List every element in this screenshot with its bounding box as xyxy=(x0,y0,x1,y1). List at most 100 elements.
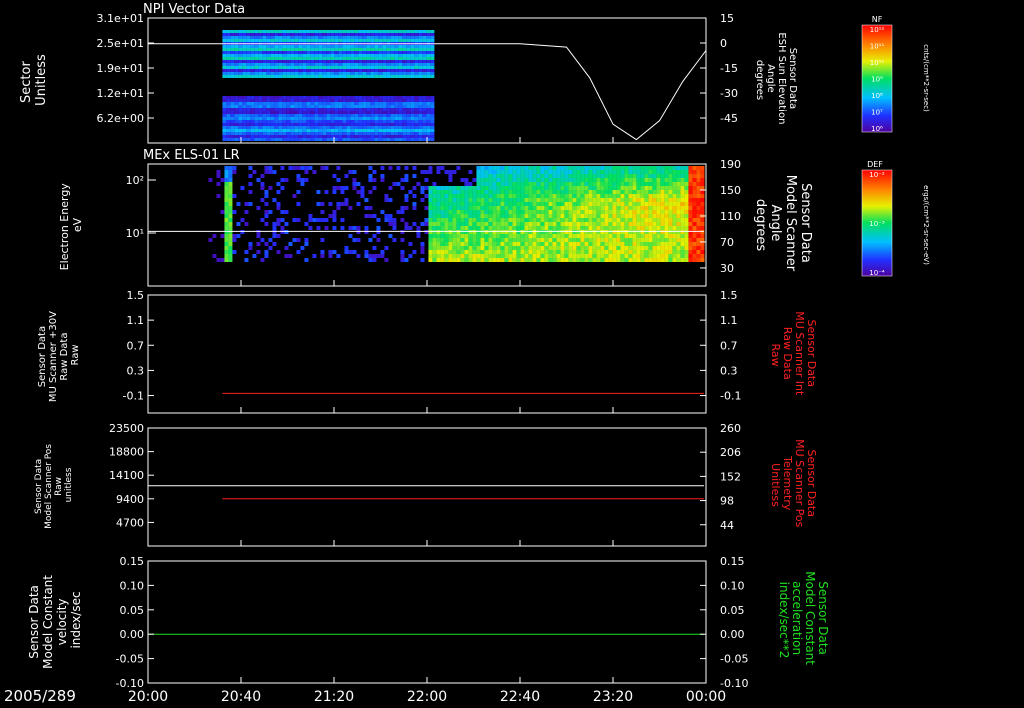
npi-cell xyxy=(262,30,267,33)
els-cell xyxy=(596,218,601,222)
npi-cell xyxy=(318,135,323,138)
npi-cell xyxy=(350,138,355,141)
els-cell xyxy=(640,198,645,202)
els-cell xyxy=(544,238,549,242)
npi-cell xyxy=(230,123,235,126)
els-cell xyxy=(288,166,293,170)
npi-cell xyxy=(250,111,255,114)
constant-left-tick-label: -0.05 xyxy=(116,653,144,666)
npi-cell xyxy=(394,57,399,60)
els-cell xyxy=(664,182,669,186)
npi-cell xyxy=(334,75,339,78)
els-cell xyxy=(464,250,469,254)
npi-cell xyxy=(358,63,363,66)
npi-cell xyxy=(382,69,387,72)
els-cell xyxy=(692,170,697,174)
els-cell xyxy=(436,226,441,230)
els-cell xyxy=(372,246,377,250)
npi-cell xyxy=(346,120,351,123)
npi-cell xyxy=(370,114,375,117)
npi-cell xyxy=(222,33,227,36)
els-cell xyxy=(640,194,645,198)
npi-cell xyxy=(406,108,411,111)
els-cell xyxy=(472,250,477,254)
els-cell xyxy=(288,242,293,246)
npi-cell xyxy=(274,48,279,51)
npi-cell xyxy=(390,108,395,111)
npi-cell xyxy=(298,117,303,120)
els-cell xyxy=(512,254,517,258)
els-cell xyxy=(588,230,593,234)
npi-cell xyxy=(334,30,339,33)
npi-right-tick-label: -45 xyxy=(720,112,738,125)
els-cell xyxy=(664,238,669,242)
npi-cell xyxy=(402,69,407,72)
npi-cell xyxy=(430,30,435,33)
scanner-position-lines xyxy=(148,485,704,500)
els-cell xyxy=(452,242,457,246)
els-cell xyxy=(612,206,617,210)
els-cell xyxy=(544,226,549,230)
els-cell xyxy=(224,254,229,258)
els-cell xyxy=(436,194,441,198)
els-cell xyxy=(580,170,585,174)
npi-cell xyxy=(294,129,299,132)
els-cell xyxy=(640,246,645,250)
els-cell xyxy=(464,202,469,206)
els-cell xyxy=(632,242,637,246)
els-cell xyxy=(620,258,625,262)
els-cell xyxy=(600,230,605,234)
npi-cell xyxy=(310,39,315,42)
els-cell xyxy=(664,214,669,218)
npi-cell xyxy=(226,30,231,33)
els-cell xyxy=(484,206,489,210)
els-cell xyxy=(484,218,489,222)
npi-cell xyxy=(410,135,415,138)
els-cell xyxy=(600,238,605,242)
els-cell xyxy=(284,254,289,258)
npi-cell xyxy=(422,39,427,42)
npi-cell xyxy=(426,69,431,72)
els-cell xyxy=(604,170,609,174)
npi-cell xyxy=(322,111,327,114)
els-cell xyxy=(260,198,265,202)
npi-cell xyxy=(346,114,351,117)
els-cell xyxy=(556,242,561,246)
npi-cell xyxy=(342,51,347,54)
els-cell xyxy=(540,238,545,242)
npi-cell xyxy=(346,117,351,120)
npi-cell xyxy=(366,129,371,132)
npi-cell xyxy=(426,108,431,111)
els-cell xyxy=(640,190,645,194)
npi-cell xyxy=(362,111,367,114)
colorbar-tick-label: 10⁷ xyxy=(871,109,883,117)
els-cell xyxy=(616,166,621,170)
els-cell xyxy=(640,218,645,222)
npi-cell xyxy=(378,120,383,123)
els-cell xyxy=(568,250,573,254)
npi-cell xyxy=(246,60,251,63)
npi-cell xyxy=(270,60,275,63)
npi-cell xyxy=(358,114,363,117)
npi-cell xyxy=(246,99,251,102)
els-cell xyxy=(576,230,581,234)
npi-cell xyxy=(234,105,239,108)
npi-cell xyxy=(414,75,419,78)
els-cell xyxy=(700,222,705,226)
els-cell xyxy=(464,190,469,194)
npi-cell xyxy=(370,72,375,75)
npi-cell xyxy=(254,72,259,75)
els-cell xyxy=(504,230,509,234)
els-cell xyxy=(444,186,449,190)
els-cell xyxy=(456,218,461,222)
npi-cell xyxy=(298,60,303,63)
els-cell xyxy=(248,174,253,178)
els-cell xyxy=(556,234,561,238)
els-cell xyxy=(524,230,529,234)
els-cell xyxy=(460,178,465,182)
npi-cell xyxy=(274,114,279,117)
npi-cell xyxy=(262,99,267,102)
els-cell xyxy=(304,178,309,182)
els-cell xyxy=(464,194,469,198)
npi-cell xyxy=(274,57,279,60)
